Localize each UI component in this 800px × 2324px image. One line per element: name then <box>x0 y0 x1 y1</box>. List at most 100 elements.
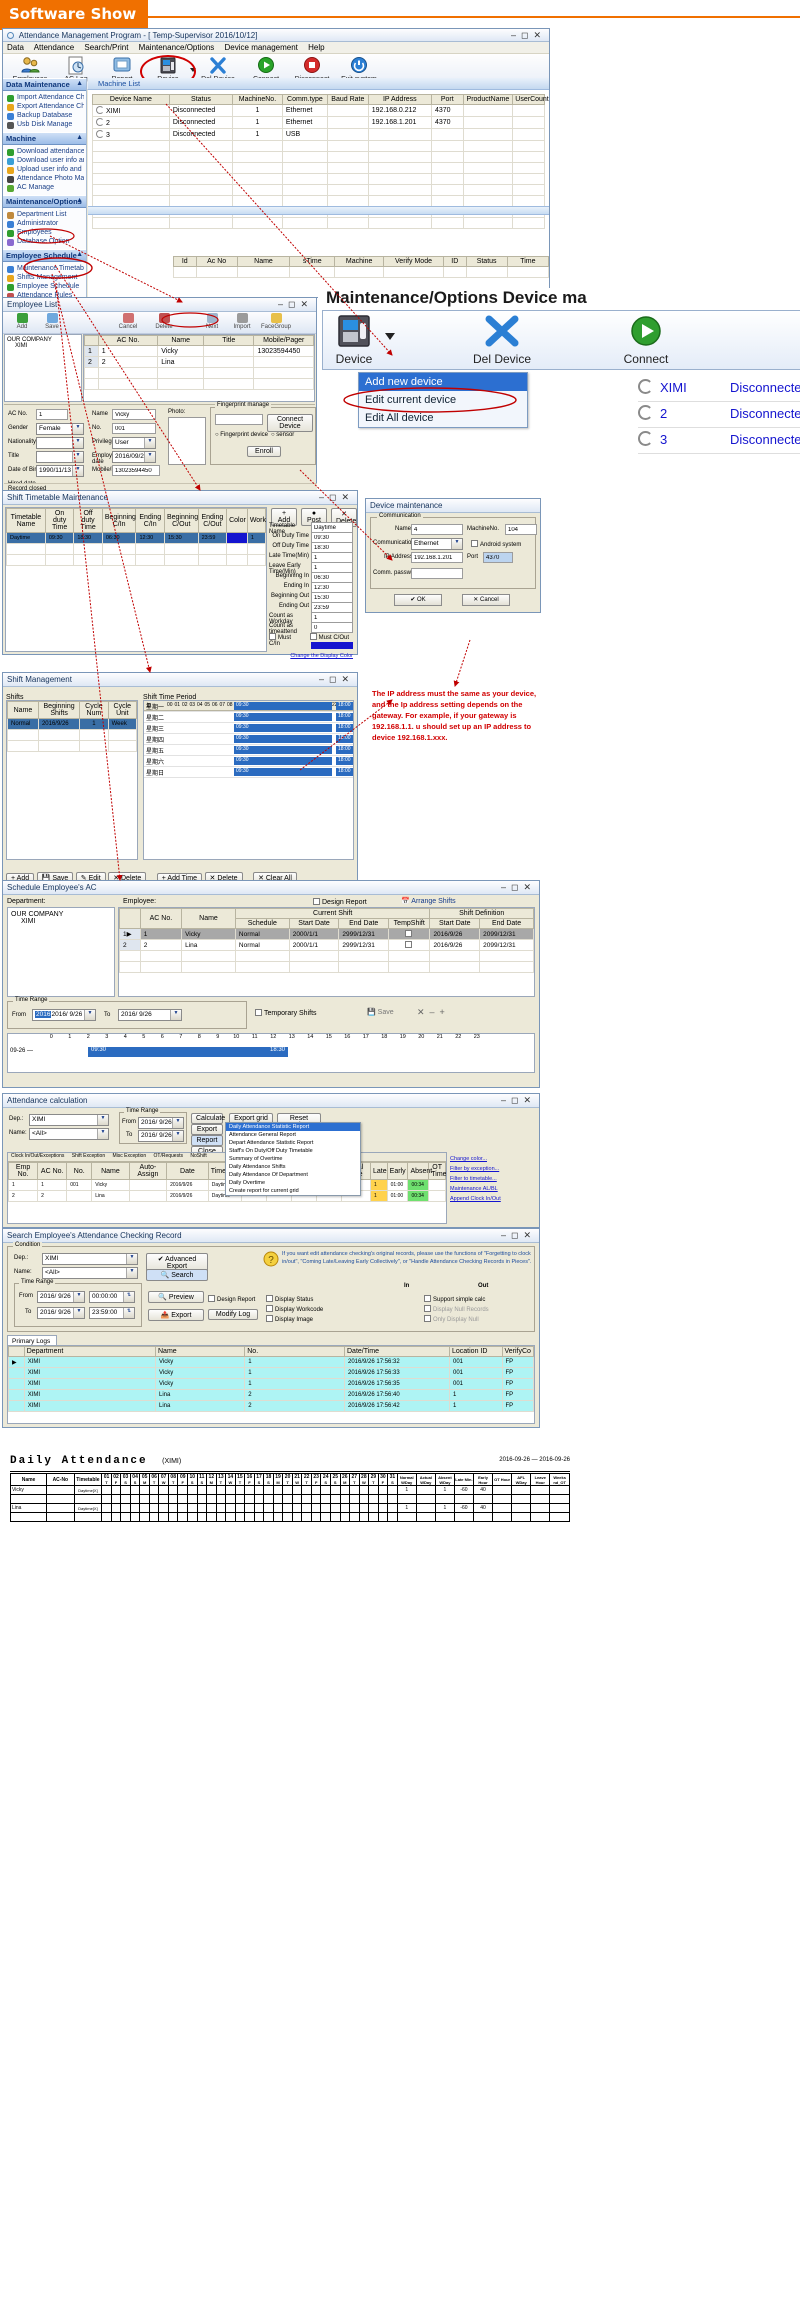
tab-ot-requests[interactable]: OT/Requests <box>154 1153 183 1159</box>
connect-device-button[interactable]: Connect Device <box>267 414 313 432</box>
emp-delete-button[interactable]: Delete <box>151 313 177 330</box>
sidebar-group-machine[interactable]: Machine ▲ <box>3 132 86 145</box>
calc-to-date[interactable]: 2016/ 9/26 ▼ <box>138 1130 184 1142</box>
report-menu-item[interactable]: Daily Overtime <box>226 1179 360 1187</box>
sidebar-group-maintenance-options[interactable]: Maintenance/Options ▲ <box>3 195 86 208</box>
weekday-bar-end[interactable]: 18:00 <box>336 713 353 721</box>
checkbox-icon[interactable] <box>404 930 412 937</box>
preview-button[interactable]: 🔍 Preview <box>148 1291 204 1303</box>
sidebar-item-department-list[interactable]: Department List <box>6 210 84 219</box>
weekday-row[interactable]: 星期一 09:30 18:00 <box>144 701 353 712</box>
table-row[interactable]: XIMI Disconnected 1 Ethernet 192.168.0.2… <box>92 104 545 117</box>
checkbox-icon[interactable] <box>424 1295 431 1302</box>
callout-device-row[interactable]: XIMI Disconnected <box>638 376 800 402</box>
machine-no-field[interactable] <box>505 524 537 535</box>
calc-name-select[interactable]: <All> ▼ <box>29 1128 109 1140</box>
emp-add-button[interactable]: Add <box>9 313 35 330</box>
sidebar-item-database-option[interactable]: Database Option <box>6 237 84 246</box>
search-results-wrap[interactable]: Department Name No. Date/Time Location I… <box>7 1345 535 1424</box>
display-workcode-check[interactable]: Display Workcode <box>266 1305 323 1313</box>
chevron-down-icon[interactable]: ▼ <box>73 1308 84 1318</box>
chevron-down-icon[interactable]: ▼ <box>84 1010 95 1020</box>
schedule-dept-tree[interactable]: OUR COMPANY XIMI <box>7 907 115 997</box>
chevron-up-icon[interactable]: ▲ <box>76 134 83 141</box>
chevron-down-icon[interactable]: ▼ <box>144 438 155 448</box>
dept-tree-child[interactable]: XIMI <box>7 343 79 349</box>
weekday-bar[interactable]: 09:30 <box>234 724 332 732</box>
weekday-bar-end[interactable]: 18:00 <box>336 702 353 710</box>
display-color-swatch[interactable] <box>311 642 353 649</box>
employee-table-wrap[interactable]: AC No. Name Title Mobile/Pager 1 1 Vicky… <box>83 334 315 402</box>
table-row[interactable]: XIMI Vicky 1 2016/9/26 17:56:35 001 FP <box>8 1378 534 1390</box>
fp-device-field[interactable] <box>215 414 263 425</box>
comm-password-field[interactable] <box>411 568 463 579</box>
display-status-check[interactable]: Display Status <box>266 1295 313 1303</box>
schedule-from-date[interactable]: 20162016/ 9/26 ▼ <box>32 1009 96 1021</box>
search-to-date[interactable]: 2016/ 9/26 ▼ <box>37 1307 85 1319</box>
menu-item-edit-all-device[interactable]: Edit All device <box>359 409 527 427</box>
sidebar-item-ac-manage[interactable]: AC Manage <box>6 183 84 192</box>
main-sidebar[interactable]: Data Maintenance ▲ Import Attendance Ch e… <box>3 78 87 303</box>
chevron-down-icon[interactable]: ▼ <box>144 452 155 462</box>
calc-side-link[interactable]: Change color... <box>450 1154 536 1164</box>
calc-from-date[interactable]: 2016/ 9/26 ▼ <box>138 1117 184 1129</box>
android-system-check[interactable]: Android system <box>471 540 521 548</box>
shift-time-period-grid[interactable]: 年 00010203040506070809101112131415161718… <box>143 700 354 860</box>
checkbox-icon[interactable] <box>255 1009 262 1016</box>
window-controls[interactable]: –◻✕ <box>319 492 354 503</box>
chevron-down-icon[interactable]: ▼ <box>126 1268 137 1278</box>
calc-dep-select[interactable]: XIMI ▼ <box>29 1114 109 1126</box>
calc-calculate-button[interactable]: Calculate <box>191 1113 225 1124</box>
calc-report-button[interactable]: Report <box>191 1135 223 1146</box>
menu-item-edit-current-device[interactable]: Edit current device <box>359 391 527 409</box>
chevron-down-icon[interactable]: ▼ <box>451 539 462 549</box>
dob-field[interactable]: 1990/11/13 ▼ <box>36 465 84 477</box>
sidebar-group-data-maintenance[interactable]: Data Maintenance ▲ <box>3 78 86 91</box>
window-controls[interactable]: –◻✕ <box>501 882 536 893</box>
display-image-check[interactable]: Display Image <box>266 1315 313 1323</box>
table-row[interactable]: ▶ XIMI Vicky 1 2016/9/26 17:56:32 001 FP <box>8 1356 534 1368</box>
sidebar-item-download-user-fp[interactable]: Download user info and Fp <box>6 156 84 165</box>
checkbox-icon[interactable] <box>208 1295 215 1302</box>
chevron-down-icon[interactable]: ▼ <box>72 466 83 476</box>
ip-address-field[interactable] <box>411 552 463 563</box>
employee-toolbar[interactable]: Add Save Cancel Delete Next Import FaceG… <box>3 312 316 334</box>
nationality-select[interactable]: ▼ <box>36 437 84 449</box>
dept-tree-root[interactable]: OUR COMPANY <box>11 911 111 918</box>
sidebar-item-download-logs[interactable]: Download attendance logs <box>6 147 84 156</box>
privilege-select[interactable]: User ▼ <box>112 437 156 449</box>
report-menu-item[interactable]: Create report for current grid <box>226 1187 360 1195</box>
weekday-bar[interactable]: 09:30 <box>234 757 332 765</box>
export-button[interactable]: 📤 Export <box>148 1309 204 1321</box>
checkbox-icon[interactable] <box>309 633 317 640</box>
table-row[interactable]: 2 Disconnected 1 Ethernet 192.168.1.201 … <box>92 116 545 129</box>
device-name-field[interactable] <box>411 524 463 535</box>
chevron-up-icon[interactable]: ▲ <box>76 197 83 204</box>
only-display-null-check[interactable]: Only Display Null <box>424 1315 479 1323</box>
sidebar-item-employees[interactable]: Employees <box>6 228 84 237</box>
modify-log-button[interactable]: Modify Log <box>208 1309 258 1320</box>
tab-noshift[interactable]: NoShift <box>190 1153 206 1159</box>
machine-list-tab[interactable]: Machine List <box>88 78 549 90</box>
timetable-grid[interactable]: Timetable Name On duty Time Off duty Tim… <box>5 507 267 652</box>
table-row[interactable]: XIMI Lina 2 2016/9/26 17:56:42 1 FP <box>8 1400 534 1412</box>
weekday-row[interactable]: 星期五 09:30 18:00 <box>144 745 353 756</box>
callout-device-row[interactable]: 2 Disconnected <box>638 402 800 428</box>
log-grid[interactable]: Id Ac No Name sTime Machine Verify Mode … <box>173 256 550 292</box>
report-dropdown-menu[interactable]: Daily Attendance Statistic Report Attenda… <box>225 1122 361 1196</box>
chevron-down-icon[interactable]: ▼ <box>72 452 83 462</box>
ac-no-field[interactable] <box>36 409 68 420</box>
menu-attendance[interactable]: Attendance <box>34 43 74 52</box>
checkbox-icon[interactable] <box>266 1305 273 1312</box>
search-dep-select[interactable]: XIMI ▼ <box>42 1253 138 1265</box>
mobile-field[interactable] <box>112 465 160 476</box>
menu-maintenance-options[interactable]: Maintenance/Options <box>139 43 215 52</box>
splitter-bar[interactable] <box>88 206 549 215</box>
report-row[interactable]: Lina Daytime[X] 1 1 -60 40 <box>9 1503 570 1513</box>
weekday-bar[interactable]: 09:30 <box>234 702 332 710</box>
table-row[interactable]: 3 Disconnected 1 USB <box>92 128 545 141</box>
emp-next-button[interactable]: Next <box>199 313 225 330</box>
window-controls[interactable]: –◻✕ <box>319 674 354 685</box>
spinner-icon[interactable]: ⇅ <box>123 1292 134 1302</box>
sidebar-item-import-attendance[interactable]: Import Attendance Checking Data <box>6 93 84 102</box>
